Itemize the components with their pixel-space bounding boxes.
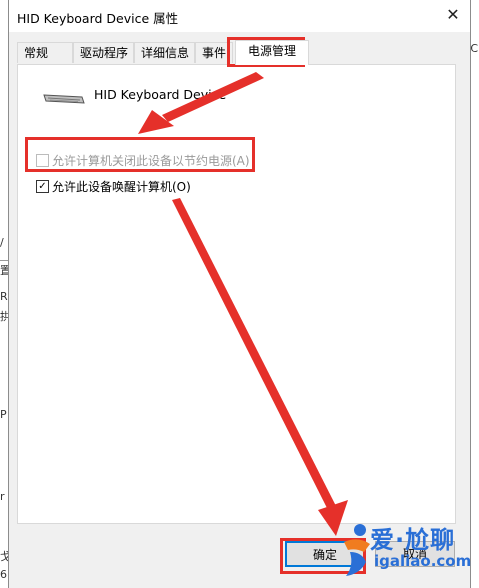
allow-wake-option[interactable]: ✓ 允许此设备唤醒计算机(O) [36,178,191,195]
keyboard-icon [43,94,85,104]
cancel-button[interactable]: 取消 [375,541,455,567]
background-fragment: r [0,490,5,503]
tab-details[interactable]: 详细信息 [134,42,195,63]
ok-button[interactable]: 确定 [285,541,365,567]
background-fragment: C [470,42,478,55]
allow-turn-off-checkbox[interactable] [36,154,49,167]
power-management-panel: HID Keyboard Device 允许计算机关闭此设备以节约电源(A) ✓… [17,64,456,524]
allow-turn-off-label: 允许计算机关闭此设备以节约电源(A) [52,154,250,168]
title-bar: HID Keyboard Device 属性 ✕ [9,0,470,32]
allow-wake-label: 允许此设备唤醒计算机(O) [52,180,191,194]
background-fragment: / [0,236,4,249]
tab-power-management[interactable]: 电源管理 [235,40,309,65]
close-icon[interactable]: ✕ [442,4,464,26]
tab-driver[interactable]: 驱动程序 [73,42,134,63]
window-title: HID Keyboard Device 属性 [17,11,179,26]
background-fragment: 6 [0,568,7,581]
background-window-right [471,0,479,588]
allow-wake-checkbox[interactable]: ✓ [36,180,49,193]
properties-dialog: HID Keyboard Device 属性 ✕ 常规 驱动程序 详细信息 事件… [8,0,471,588]
allow-turn-off-option: 允许计算机关闭此设备以节约电源(A) [36,152,250,169]
background-fragment: P [0,408,7,421]
tab-general[interactable]: 常规 [17,42,73,63]
background-fragment: R [0,290,8,303]
tab-events[interactable]: 事件 [195,42,233,63]
device-name: HID Keyboard Device [94,87,227,102]
